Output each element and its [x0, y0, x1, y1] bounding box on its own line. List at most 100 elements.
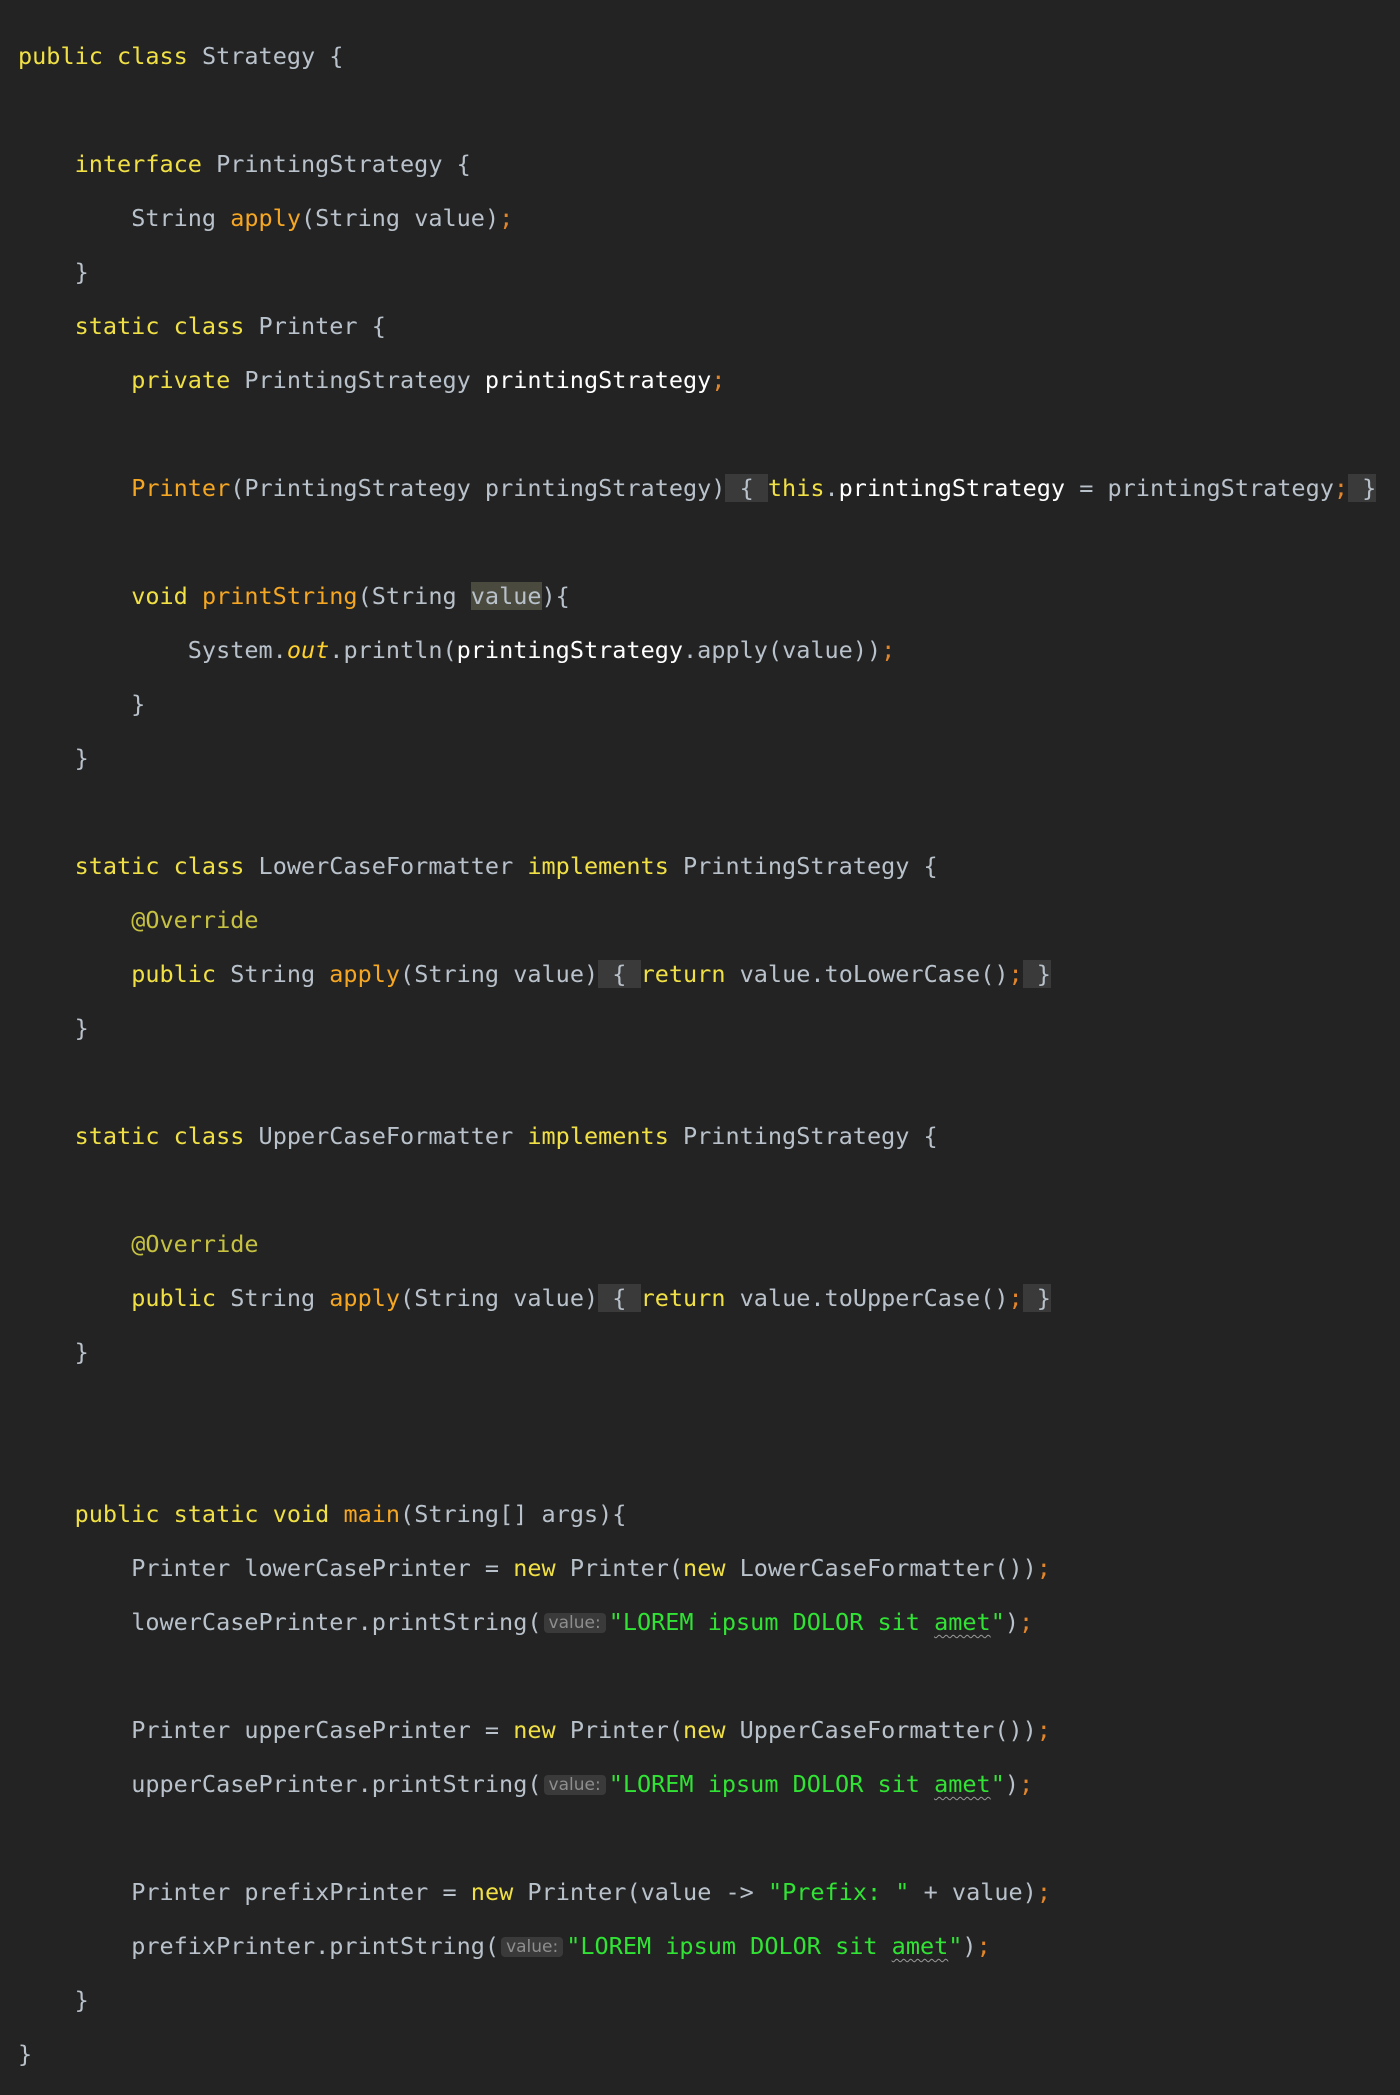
method-name: apply — [697, 636, 768, 664]
method-name: apply — [329, 1284, 401, 1312]
code-line: @Override — [18, 1231, 1376, 1258]
class-name: Strategy — [201, 42, 316, 70]
class-name: UpperCaseFormatter — [739, 1716, 995, 1744]
method-name: printString — [201, 582, 358, 610]
variable-name: lowerCasePrinter — [131, 1608, 358, 1636]
keyword: interface — [74, 150, 202, 178]
fold-region[interactable]: } — [1022, 1284, 1051, 1312]
method-name: printString — [371, 1770, 528, 1798]
param-name: args — [541, 1500, 599, 1528]
class-name: PrintingStrategy — [244, 474, 471, 502]
code-line: static class UpperCaseFormatter implemen… — [74, 1122, 938, 1150]
param-name: value — [951, 1878, 1023, 1906]
parameter-hint: value: — [501, 1937, 564, 1957]
lambda-arrow: -> — [725, 1878, 754, 1906]
code-line: } — [18, 1986, 89, 2014]
type-name: String — [230, 960, 316, 988]
string-literal: "LOREM ipsum DOLOR sit — [608, 1608, 935, 1636]
method-name: main — [343, 1500, 401, 1528]
keyword: static — [74, 312, 160, 340]
string-literal: "LOREM ipsum DOLOR sit — [566, 1932, 892, 1960]
keyword: class — [173, 312, 245, 340]
keyword: implements — [527, 1122, 669, 1150]
code-line: public String apply(String value) { retu… — [131, 1284, 1051, 1312]
code-line: } — [18, 2040, 33, 2068]
param-name: value — [513, 960, 584, 988]
method-name: toUpperCase — [824, 1284, 981, 1312]
class-name: PrintingStrategy — [683, 1122, 910, 1150]
keyword: return — [640, 960, 726, 988]
keyword: class — [173, 852, 245, 880]
class-name: Printer — [569, 1554, 669, 1582]
method-name: apply — [329, 960, 401, 988]
keyword: return — [640, 1284, 726, 1312]
parameter-hint: value: — [543, 1775, 606, 1795]
keyword: new — [470, 1878, 514, 1906]
code-line: } — [18, 1338, 89, 1366]
string-literal: "Prefix: " — [767, 1878, 910, 1906]
param-name: value — [513, 1284, 584, 1312]
code-line: } — [18, 1014, 89, 1042]
type-name: String — [230, 1284, 316, 1312]
fold-region[interactable]: } — [1022, 960, 1051, 988]
code-line: void printString(String value){ — [131, 582, 570, 610]
fold-region[interactable]: { — [598, 1284, 641, 1312]
keyword: public — [74, 1500, 160, 1528]
method-name: printString — [371, 1608, 528, 1636]
param-name: printingStrategy — [1107, 474, 1334, 502]
spelling-warning[interactable]: amet — [934, 1608, 991, 1636]
type-name: String — [315, 204, 401, 232]
keyword: new — [683, 1716, 726, 1744]
keyword: class — [173, 1122, 245, 1150]
keyword: class — [117, 42, 188, 70]
highlighted-param: value — [470, 582, 542, 610]
keyword: static — [74, 1122, 160, 1150]
code-line: public static void main(String[] args){ — [74, 1500, 627, 1528]
type-name: String[] — [414, 1500, 528, 1528]
code-line: prefixPrinter.printString(value: "LOREM i… — [131, 1932, 991, 1960]
spelling-warning[interactable]: amet — [892, 1932, 949, 1960]
fold-region[interactable]: { — [725, 474, 768, 502]
static-field: out — [286, 636, 330, 664]
class-name: Printer — [131, 1716, 231, 1744]
param-name: value — [640, 1878, 712, 1906]
code-line: Printer lowerCasePrinter = new Printer(n… — [131, 1554, 1051, 1582]
keyword: static — [173, 1500, 259, 1528]
method-name: println — [343, 636, 443, 664]
class-name: UpperCaseFormatter — [258, 1122, 514, 1150]
code-line: public String apply(String value) { retu… — [131, 960, 1051, 988]
constructor-name: Printer — [131, 474, 231, 502]
keyword: public — [18, 42, 103, 70]
code-line: static class LowerCaseFormatter implemen… — [74, 852, 938, 880]
spelling-warning[interactable]: amet — [934, 1770, 991, 1798]
code-editor[interactable]: public class Strategy { interface Printi… — [0, 0, 1400, 2068]
method-name: printString — [329, 1932, 485, 1960]
code-area[interactable]: public class Strategy { interface Printi… — [18, 16, 1377, 2095]
class-name: Printer — [569, 1716, 669, 1744]
string-literal: "LOREM ipsum DOLOR sit — [608, 1770, 935, 1798]
variable-name: prefixPrinter — [131, 1932, 316, 1960]
field-name: printingStrategy — [838, 474, 1066, 502]
variable-name: lowerCasePrinter — [244, 1554, 471, 1582]
keyword: implements — [527, 852, 669, 880]
field-name: printingStrategy — [456, 636, 684, 664]
code-line: System.out.println(printingStrategy.appl… — [187, 636, 896, 664]
code-line: private PrintingStrategy printingStrateg… — [131, 366, 726, 394]
param-name: printingStrategy — [484, 474, 712, 502]
code-line: public class Strategy { — [18, 42, 344, 70]
fold-region[interactable]: } — [1348, 474, 1377, 502]
keyword: public — [131, 960, 217, 988]
class-name: LowerCaseFormatter — [258, 852, 514, 880]
parameter-hint: value: — [543, 1613, 606, 1633]
code-line: upperCasePrinter.printString(value: "LORE… — [131, 1770, 1034, 1798]
class-name: Printer — [131, 1878, 231, 1906]
class-name: Printer — [527, 1878, 627, 1906]
keyword: void — [131, 582, 188, 610]
keyword: new — [683, 1554, 726, 1582]
fold-region[interactable]: { — [598, 960, 641, 988]
